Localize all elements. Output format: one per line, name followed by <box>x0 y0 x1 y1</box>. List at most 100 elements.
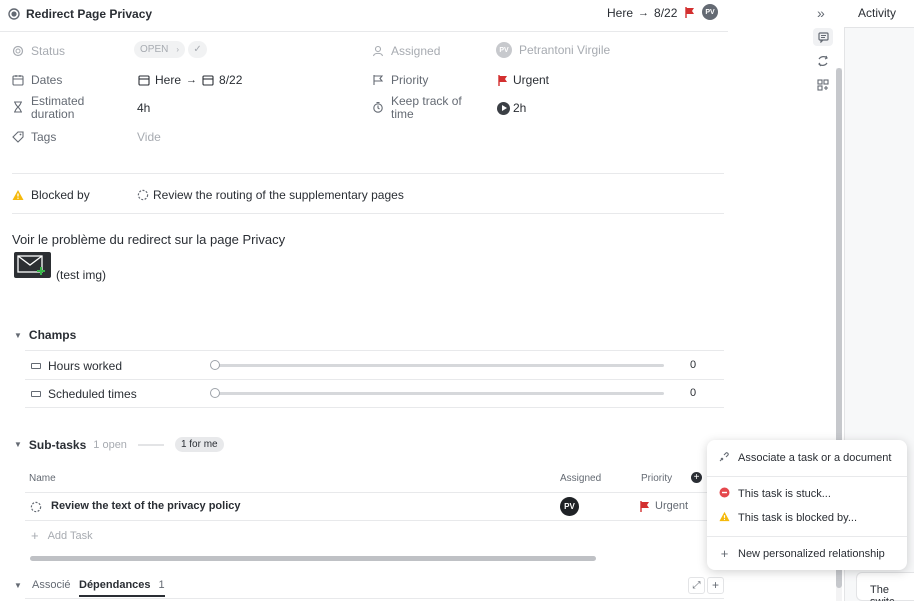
urgent-flag-icon[interactable] <box>685 7 695 18</box>
subtasks-section-header[interactable]: ▼ Sub-tasks 1 open 1 for me <box>14 437 224 452</box>
caret-down-icon[interactable]: ▼ <box>14 581 22 590</box>
warning-icon <box>719 511 730 525</box>
tab-associe[interactable]: Associé <box>32 579 71 591</box>
tabs-divider <box>25 598 724 599</box>
tab-dependances-count: 1 <box>158 579 165 591</box>
plus-icon: + <box>720 546 729 561</box>
priority-label: Priority <box>391 73 429 87</box>
dates-value[interactable]: Here → 8/22 <box>138 73 242 87</box>
tracking-label-line2: time <box>391 107 414 121</box>
subtasks-open-count: 1 open <box>93 438 127 451</box>
priority-value[interactable]: Urgent <box>498 73 549 87</box>
champs-section-header[interactable]: ▼ Champs <box>14 328 76 342</box>
assigned-field-label: Assigned <box>372 44 440 58</box>
subtasks-title: Sub-tasks <box>28 437 87 452</box>
subtask-priority[interactable]: Urgent <box>655 500 688 512</box>
blocked-task-name: Review the routing of the supplementary … <box>153 188 404 202</box>
expand-icon[interactable]: ⤢ <box>688 577 705 594</box>
champs-divider-mid <box>25 379 724 380</box>
urgent-flag-icon <box>498 74 508 86</box>
tracking-value-text: 2h <box>513 101 527 115</box>
dates-end-value: 8/22 <box>219 73 243 87</box>
champs-row-scheduled: Scheduled times <box>31 387 137 401</box>
arrow-right-icon: → <box>186 74 198 86</box>
complete-check-button[interactable]: ✓ <box>188 41 208 58</box>
status-chip[interactable]: OPEN › <box>134 41 186 58</box>
chevron-right-icon: › <box>176 45 180 54</box>
assignee-value[interactable]: PV Petrantoni Virgile <box>496 42 610 58</box>
blocked-label: Blocked by <box>31 188 90 202</box>
menu-item-stuck[interactable]: This task is stuck... <box>719 487 831 501</box>
add-column-icon[interactable]: + <box>691 472 702 483</box>
add-task-label: Add Task <box>47 529 93 542</box>
blocked-field-label: Blocked by <box>12 188 90 202</box>
assignee-avatar: PV <box>496 42 512 58</box>
number-field-icon <box>31 391 41 397</box>
for-me-filter[interactable]: 1 for me <box>174 437 224 452</box>
champs-divider-top <box>25 350 724 351</box>
add-dependency-icon[interactable]: + <box>707 577 724 594</box>
blocked-task-link[interactable]: Review the routing of the supplementary … <box>137 188 404 202</box>
description-text[interactable]: Voir le problème du redirect sur la page… <box>12 232 285 247</box>
table-row[interactable]: Review the text of the privacy policy PV… <box>25 493 724 520</box>
scheduled-times-slider-knob[interactable] <box>210 388 220 398</box>
tab-dependances[interactable]: Dépendances 1 <box>79 579 165 597</box>
status-value: OPEN <box>140 44 169 55</box>
priority-field-label: Priority <box>372 73 428 87</box>
urgent-flag-icon <box>640 501 650 512</box>
fields-divider <box>12 173 724 174</box>
champs-row-hours: Hours worked <box>31 359 122 373</box>
subtasks-progress-bar <box>137 443 164 446</box>
estimated-field-label: Estimated duration <box>12 95 84 121</box>
assigned-label: Assigned <box>391 44 441 58</box>
status-label: Status <box>31 44 66 58</box>
table-horizontal-scrollbar[interactable] <box>30 556 596 561</box>
tags-value[interactable]: Vide <box>137 130 161 144</box>
col-assigned-header[interactable]: Assigned <box>560 473 601 484</box>
menu-item-associate-label: Associate a task or a document <box>738 452 892 464</box>
tags-field-label: Tags <box>12 130 56 144</box>
header-due-date: 8/22 <box>654 6 678 20</box>
status-circle-icon[interactable] <box>8 8 20 20</box>
hours-worked-slider-knob[interactable] <box>210 360 220 370</box>
menu-item-associate[interactable]: Associate a task or a document <box>719 451 891 465</box>
status-icon <box>12 45 24 57</box>
play-icon[interactable] <box>497 101 510 115</box>
task-title[interactable]: Redirect Page Privacy <box>26 7 152 21</box>
header-dates[interactable]: Here → 8/22 <box>607 5 677 21</box>
champs-title: Champs <box>28 328 77 342</box>
scheduled-times-slider[interactable] <box>214 392 664 395</box>
calendar-icon <box>12 74 24 86</box>
estimated-value[interactable]: 4h <box>137 101 150 115</box>
subtask-assignee-avatar[interactable]: PV <box>560 497 579 516</box>
tracking-value[interactable]: 2h <box>497 101 526 115</box>
relationship-menu: Associate a task or a document This task… <box>707 440 907 570</box>
comment-icon[interactable] <box>813 28 833 46</box>
col-name-header[interactable]: Name <box>29 473 56 484</box>
add-task-button[interactable]: + Add Task <box>31 528 93 543</box>
caret-down-icon: ▼ <box>14 330 22 340</box>
relationships-icon[interactable] <box>817 55 829 70</box>
activity-edge-fragment <box>906 490 914 530</box>
scheduled-times-value: 0 <box>690 387 697 399</box>
subtask-name[interactable]: Review the text of the privacy policy <box>51 500 241 512</box>
dates-start-value: Here <box>155 73 182 87</box>
header-divider <box>0 31 728 32</box>
mail-image[interactable] <box>14 252 51 278</box>
image-caption: (test img) <box>56 268 107 282</box>
apps-grid-icon[interactable] <box>817 79 829 94</box>
collapse-panel-icon[interactable]: » <box>817 5 825 21</box>
header-avatar[interactable]: PV <box>702 4 718 20</box>
menu-item-blocked[interactable]: This task is blocked by... <box>719 511 857 525</box>
arrow-right-icon: → <box>638 7 650 19</box>
hours-worked-value: 0 <box>690 359 697 371</box>
menu-item-new-relationship[interactable]: + New personalized relationship <box>719 546 885 561</box>
champs-divider-bottom <box>25 407 724 408</box>
plus-icon: + <box>31 528 39 543</box>
col-priority-header[interactable]: Priority <box>641 473 672 484</box>
status-selector[interactable]: OPEN › ✓ <box>134 41 208 58</box>
dates-label: Dates <box>31 73 63 87</box>
dashed-circle-icon[interactable] <box>30 501 42 513</box>
due-calendar-icon <box>202 74 214 86</box>
hours-worked-slider[interactable] <box>214 364 664 367</box>
